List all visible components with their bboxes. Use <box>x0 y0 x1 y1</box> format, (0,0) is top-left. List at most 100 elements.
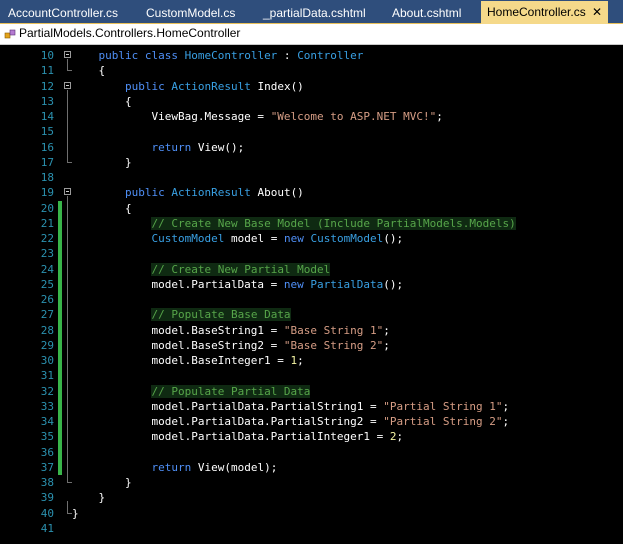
code-text: { <box>72 63 105 78</box>
code-line[interactable]: 25 model.PartialData = new PartialData()… <box>0 277 623 292</box>
code-token: Controller <box>297 49 364 62</box>
close-tab-icon[interactable]: ✕ <box>592 1 602 23</box>
code-line[interactable]: 30 model.BaseInteger1 = 1; <box>0 353 623 368</box>
line-number: 12 <box>40 79 54 93</box>
code-line[interactable]: 16 return View(); <box>0 140 623 155</box>
code-token: CustomModel <box>310 232 384 245</box>
code-text: } <box>72 506 79 521</box>
class-icon <box>4 29 16 39</box>
code-text: } <box>72 475 132 490</box>
code-line[interactable]: 24 // Create New Partial Model <box>0 262 623 277</box>
code-line[interactable]: 33 model.PartialData.PartialString1 = "P… <box>0 399 623 414</box>
line-number: 32 <box>40 384 54 398</box>
code-line[interactable]: 26 <box>0 292 623 307</box>
code-line[interactable]: 41 <box>0 521 623 536</box>
code-editor[interactable]: 10 public class HomeController : Control… <box>0 45 623 544</box>
code-token: ; <box>502 399 510 413</box>
code-line[interactable]: 28 model.BaseString1 = "Base String 1"; <box>0 323 623 338</box>
code-token: (); <box>383 277 404 291</box>
code-token: ; <box>297 354 304 367</box>
code-token: ; <box>502 415 510 428</box>
code-text: public ActionResult Index() <box>72 79 304 94</box>
code-token: } <box>72 476 132 489</box>
code-line[interactable]: 37 return View(model); <box>0 460 623 475</box>
line-number: 28 <box>40 323 54 337</box>
code-line[interactable]: 17 } <box>0 155 623 170</box>
code-token: View(model); <box>197 460 278 474</box>
code-line[interactable]: 39 } <box>0 490 623 505</box>
code-line[interactable]: 22 CustomModel model = new CustomModel()… <box>0 231 623 246</box>
code-text: model.BaseString2 = "Base String 2"; <box>72 338 389 353</box>
code-token: ActionResult <box>171 79 251 93</box>
code-token: // Create New Base Model (Include Partia… <box>151 216 516 230</box>
line-number: 16 <box>40 140 54 154</box>
code-token: // Populate Partial Data <box>151 384 311 398</box>
code-line[interactable]: 13 { <box>0 94 623 109</box>
code-line[interactable]: 31 <box>0 368 623 383</box>
code-token: // Populate Base Data <box>151 308 291 322</box>
code-text: // Populate Base Data <box>72 307 291 322</box>
code-line[interactable]: 10 public class HomeController : Control… <box>0 48 623 63</box>
code-token: "Partial String 1" <box>383 399 503 413</box>
tab--partialdata-cshtml[interactable]: _partialData.cshtml <box>257 3 385 23</box>
tab-about-cshtml[interactable]: About.cshtml <box>386 3 478 23</box>
code-line[interactable]: 34 model.PartialData.PartialString2 = "P… <box>0 414 623 429</box>
code-line[interactable]: 36 <box>0 445 623 460</box>
tab-label: About.cshtml <box>392 6 462 20</box>
collapse-toggle-icon[interactable] <box>64 81 71 89</box>
line-number: 20 <box>40 201 54 215</box>
code-token: About() <box>250 186 304 200</box>
code-line[interactable]: 14 ViewBag.Message = "Welcome to ASP.NET… <box>0 109 623 124</box>
tab-accountcontroller-cs[interactable]: AccountController.cs <box>2 3 135 23</box>
tab-custommodel-cs[interactable]: CustomModel.cs <box>140 3 252 23</box>
code-token: model.BaseString2 = <box>72 338 284 352</box>
code-line[interactable]: 38 } <box>0 475 623 490</box>
line-number: 21 <box>40 216 54 230</box>
navigation-path[interactable]: PartialModels.Controllers.HomeController <box>19 26 240 40</box>
code-token: PartialData <box>310 277 384 291</box>
code-text: // Create New Base Model (Include Partia… <box>72 216 516 231</box>
code-token: CustomModel <box>151 232 225 245</box>
code-token: "Welcome to ASP.NET MVC!" <box>270 110 437 123</box>
navigation-bar[interactable]: PartialModels.Controllers.HomeController <box>0 24 623 45</box>
code-line[interactable]: 12 public ActionResult Index() <box>0 79 623 94</box>
code-line[interactable]: 20 { <box>0 201 623 216</box>
code-token: model.PartialData.PartialString1 = <box>72 399 384 413</box>
code-token: model.PartialData = <box>72 277 284 291</box>
outline-guide <box>67 501 68 513</box>
code-token: } <box>72 506 79 520</box>
line-number: 22 <box>40 232 54 245</box>
tab-homecontroller-cs[interactable]: HomeController.cs ✕ <box>481 1 608 24</box>
code-line[interactable]: 11 { <box>0 63 623 78</box>
code-text: model.PartialData.PartialInteger1 = 2; <box>72 429 403 444</box>
collapse-toggle-icon[interactable] <box>64 188 71 196</box>
code-line[interactable]: 40} <box>0 506 623 521</box>
collapse-toggle-icon[interactable] <box>64 51 71 58</box>
line-number: 30 <box>40 354 54 367</box>
code-line[interactable]: 18 <box>0 170 623 185</box>
code-line[interactable]: 23 <box>0 246 623 261</box>
line-number: 11 <box>40 64 54 78</box>
code-line[interactable]: 27 // Populate Base Data <box>0 307 623 322</box>
line-number: 19 <box>40 186 54 200</box>
line-number: 33 <box>40 399 54 413</box>
code-line[interactable]: 21 // Create New Base Model (Include Par… <box>0 216 623 231</box>
line-number: 15 <box>40 125 54 139</box>
code-line[interactable]: 29 model.BaseString2 = "Base String 2"; <box>0 338 623 353</box>
code-line[interactable]: 35 model.PartialData.PartialInteger1 = 2… <box>0 429 623 444</box>
code-line[interactable]: 32 // Populate Partial Data <box>0 384 623 399</box>
code-token: Index() <box>250 79 304 93</box>
code-line[interactable]: 15 <box>0 124 623 139</box>
code-token: ActionResult <box>171 186 251 200</box>
line-number: 29 <box>40 338 54 352</box>
line-number: 10 <box>40 49 54 62</box>
code-line[interactable]: 19 public ActionResult About() <box>0 185 623 200</box>
line-number: 26 <box>40 293 54 306</box>
